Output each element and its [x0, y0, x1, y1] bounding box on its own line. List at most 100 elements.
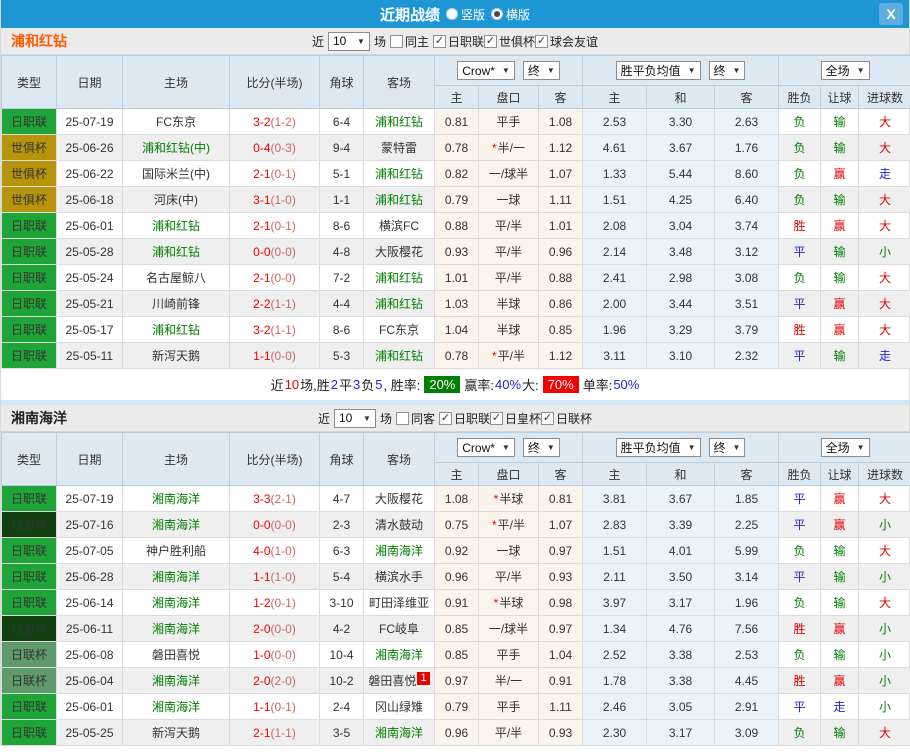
league-checkbox[interactable]: ✓ 日皇杯	[490, 410, 541, 427]
handicap-result-cell: 输	[820, 537, 860, 564]
handicap-value: 平/半	[494, 245, 523, 259]
titlebar: 近期战绩 竖版 横版 X	[1, 0, 909, 28]
odds-home: 0.91	[434, 589, 479, 616]
checkbox-icon[interactable]: ✓	[535, 34, 549, 48]
layout-radio-horizontal[interactable]: 横版	[491, 6, 530, 23]
match-score: 1-0(0-0)	[229, 641, 320, 668]
same-venue-checkbox[interactable]: 同客	[395, 410, 435, 427]
league-checkbox[interactable]: ✓ 日职联	[439, 410, 490, 427]
match-type-badge: 日职联	[1, 537, 57, 564]
avg-avg_draw: 3.17	[646, 719, 716, 746]
halftime-score: (1-1)	[270, 296, 296, 311]
handicap-result-cell: 输	[820, 342, 860, 369]
checkbox-icon[interactable]: ✓	[490, 411, 504, 425]
odds-home: 0.96	[434, 719, 479, 746]
odds-away: 0.81	[537, 485, 584, 512]
avg-final-select[interactable]: 终 ▼	[708, 61, 746, 80]
match-score: 3-1(1-0)	[229, 186, 320, 213]
radio-selected-icon[interactable]	[491, 8, 503, 20]
odds-source-select[interactable]: Crow* ▼	[457, 438, 515, 457]
avg-odds-select[interactable]: 胜平负均值 ▼	[615, 61, 701, 80]
avg-final-select[interactable]: 终 ▼	[708, 438, 746, 457]
goals-result-cell: 大	[858, 719, 910, 746]
checkbox-icon[interactable]: ✓	[541, 411, 555, 425]
odds-final-select[interactable]: 终 ▼	[522, 61, 560, 80]
odds-home: 1.01	[434, 264, 479, 291]
col-header-score: 比分(半场)	[229, 432, 320, 486]
team-section: 浦和红钻 近 10 ▼ 场 同主 ✓ 日职联 ✓ 世俱杯 ✓ 球会友谊 类型 日…	[1, 28, 910, 400]
match-count-select[interactable]: 10 ▼	[327, 31, 370, 51]
same-venue-label: 同客	[410, 411, 435, 426]
avg-avg_draw: 3.17	[646, 589, 716, 616]
handicap: *半球	[478, 485, 539, 512]
handicap: *半球	[478, 589, 539, 616]
fulltime-group-header: 全场 ▼	[778, 55, 910, 86]
match-count-select[interactable]: 10 ▼	[333, 408, 376, 428]
result-cell: 平	[778, 238, 822, 265]
avg-avg_home: 3.11	[582, 342, 648, 369]
same-venue-checkbox[interactable]: 同主	[389, 33, 429, 50]
corner-count: 10-2	[319, 667, 364, 694]
sub-header-avg-away: 客	[714, 462, 780, 486]
match-score: 3-2(1-1)	[229, 316, 320, 343]
checkbox-icon[interactable]	[389, 34, 403, 48]
result-cell: 负	[778, 108, 822, 135]
handicap: 半球	[478, 290, 539, 317]
col-header-away: 客场	[363, 55, 435, 109]
chevron-down-icon: ▼	[501, 443, 510, 452]
radio-icon[interactable]	[445, 8, 458, 20]
corner-count: 5-4	[319, 563, 364, 590]
avg-avg_away: 3.14	[714, 563, 780, 590]
handicap: *平/半	[478, 511, 539, 538]
handicap-result-cell: 输	[820, 563, 860, 590]
home-team: 磐田喜悦	[122, 641, 230, 668]
handicap-value: 半球	[496, 323, 521, 337]
corner-count: 8-6	[319, 316, 364, 343]
avg-avg_home: 1.78	[582, 667, 648, 694]
handicap: 平/半	[478, 719, 539, 746]
odds-source-select[interactable]: Crow* ▼	[457, 61, 515, 80]
chevron-down-icon: ▼	[687, 443, 696, 452]
away-team: 横滨FC	[363, 212, 435, 239]
home-team: 湘南海洋	[122, 615, 230, 642]
league-checkbox[interactable]: ✓ 世俱杯	[484, 33, 535, 50]
goals-result-cell: 大	[858, 316, 910, 343]
avg-avg_draw: 3.39	[646, 511, 716, 538]
odds-away: 0.93	[537, 563, 584, 590]
chevron-down-icon: ▼	[732, 443, 741, 452]
home-team: 国际米兰(中)	[122, 160, 230, 187]
fulltime-score: 3-2	[253, 322, 271, 337]
checkbox-icon[interactable]: ✓	[433, 34, 446, 48]
summary-part: 负	[361, 378, 375, 393]
checkbox-icon[interactable]: ✓	[484, 34, 498, 48]
goals-result-cell: 大	[858, 108, 910, 135]
corner-count: 2-3	[319, 511, 364, 538]
goals-result-cell: 小	[858, 511, 910, 538]
col-header-type: 类型	[1, 55, 57, 109]
goals-result-cell: 大	[858, 589, 910, 616]
match-type-badge: 日职联	[1, 108, 57, 135]
close-button[interactable]: X	[879, 3, 903, 25]
avg-odds-select[interactable]: 胜平负均值 ▼	[615, 438, 701, 457]
matches-table: 类型 日期 主场 比分(半场) 角球 客场 Crow* ▼ 终 ▼ 胜平负均值 …	[1, 432, 910, 746]
checkbox-icon[interactable]: ✓	[439, 411, 452, 425]
fulltime-select[interactable]: 全场 ▼	[820, 61, 870, 80]
match-score: 2-1(0-1)	[229, 212, 320, 239]
fulltime-select[interactable]: 全场 ▼	[820, 438, 870, 457]
avg-avg_home: 1.34	[582, 615, 648, 642]
match-date: 25-06-08	[56, 641, 123, 668]
match-date: 25-05-24	[56, 264, 123, 291]
odds-final-select[interactable]: 终 ▼	[522, 438, 560, 457]
corner-count: 1-1	[319, 186, 364, 213]
col-header-home: 主场	[122, 432, 230, 486]
league-checkbox[interactable]: ✓ 日联杯	[541, 410, 592, 427]
halftime-score: (0-1)	[270, 595, 296, 610]
league-checkbox[interactable]: ✓ 球会友谊	[535, 33, 598, 50]
halftime-score: (1-0)	[270, 192, 296, 207]
match-score: 1-1(1-0)	[229, 563, 320, 590]
league-checkbox[interactable]: ✓ 日职联	[433, 33, 484, 50]
layout-radio-vertical[interactable]: 竖版	[445, 6, 485, 23]
checkbox-icon[interactable]	[395, 411, 409, 425]
avg-avg_home: 2.41	[582, 264, 648, 291]
match-type-badge: 世俱杯	[1, 134, 57, 161]
